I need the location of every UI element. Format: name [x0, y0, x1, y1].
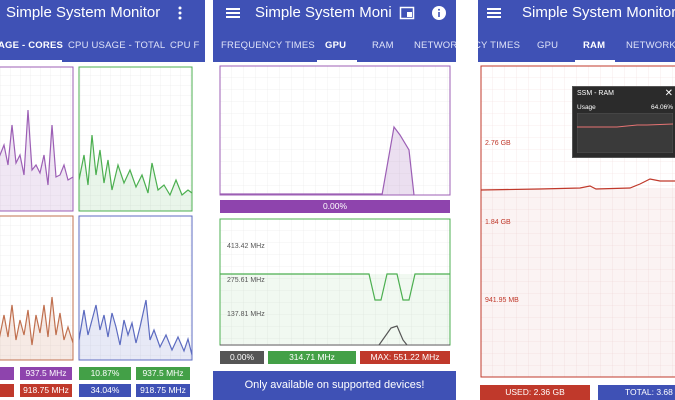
tab-network[interactable]: NETWORK — [414, 40, 456, 51]
tab-indicator — [575, 60, 615, 62]
core-3-chart — [0, 215, 74, 361]
menu-icon[interactable] — [486, 5, 502, 21]
app-title: Simple System Moni — [255, 4, 392, 21]
gpu-current-frequency: 314.71 MHz — [268, 351, 356, 364]
tab-ram[interactable]: RAM — [372, 40, 394, 51]
tab-ram[interactable]: RAM — [583, 40, 605, 51]
tab-bar: AGE - CORES CPU USAGE - TOTAL CPU F — [0, 30, 205, 62]
tab-bar: CY TIMES GPU RAM NETWORK — [478, 30, 675, 62]
overlay-usage-value: 64.06% — [650, 104, 673, 111]
ram-used-stat: USED: 2.36 GB — [480, 385, 590, 400]
tab-gpu[interactable]: GPU — [537, 40, 558, 51]
info-icon[interactable] — [431, 5, 447, 21]
gpu-max-frequency: MAX: 551.22 MHz — [360, 351, 450, 364]
core-2-usage: 10.87% — [79, 367, 131, 380]
ram-total-stat: TOTAL: 3.68 G — [598, 385, 675, 400]
close-icon[interactable]: ✕ — [665, 88, 673, 99]
overlay-usage-label: Usage — [577, 104, 596, 111]
ram-overlay-window[interactable]: SSM - RAM ✕ Usage 64.06% — [572, 86, 675, 158]
app-bar: Simple System Moni — [213, 0, 456, 30]
overlay-title: SSM - RAM — [577, 90, 614, 97]
picture-in-picture-icon[interactable] — [399, 5, 415, 21]
core-4-frequency: 918.75 MHz — [136, 384, 190, 397]
app-bar: Simple System Monitor — [478, 0, 675, 30]
freq-label-mid: 275.61 MHz — [227, 277, 265, 284]
core-1-frequency: 937.5 MHz — [20, 367, 72, 380]
unsupported-banner: Only available on supported devices! — [213, 371, 456, 400]
overlay-mini-chart — [577, 113, 673, 153]
core-1-usage — [0, 367, 14, 380]
core-1-chart — [0, 66, 74, 212]
tab-indicator — [317, 60, 357, 62]
tab-bar: FREQUENCY TIMES GPU RAM NETWORK — [213, 30, 456, 62]
menu-icon[interactable] — [225, 5, 241, 21]
tab-cpu-usage-total[interactable]: CPU USAGE - TOTAL — [68, 40, 165, 51]
ram-label-low: 941.95 MB — [485, 297, 519, 304]
ram-label-high: 2.76 GB — [485, 140, 511, 147]
tab-frequency-times[interactable]: CY TIMES — [478, 40, 520, 51]
screen-cpu-cores: Simple System Monitor AGE - CORES CPU US… — [0, 0, 205, 400]
tab-usage-cores[interactable]: AGE - CORES — [0, 40, 63, 51]
app-title: Simple System Monitor — [522, 4, 675, 21]
cores-chart-grid — [0, 65, 205, 362]
gpu-usage-stat: 0.00% — [220, 351, 264, 364]
tab-indicator — [0, 60, 62, 62]
screen-ram: Simple System Monitor CY TIMES GPU RAM N… — [478, 0, 675, 400]
core-3-usage — [0, 384, 14, 397]
tab-frequency-times[interactable]: FREQUENCY TIMES — [221, 40, 315, 51]
more-vert-icon[interactable] — [172, 5, 188, 21]
freq-label-low: 137.81 MHz — [227, 311, 265, 318]
screen-gpu: Simple System Moni FREQUENCY TIMES GPU R… — [213, 0, 456, 400]
gpu-usage-bar: 0.00% — [220, 200, 450, 213]
ram-label-mid: 1.84 GB — [485, 219, 511, 226]
freq-label-high: 413.42 MHz — [227, 243, 265, 250]
core-4-usage: 34.04% — [79, 384, 131, 397]
app-title: Simple System Monitor — [6, 4, 161, 21]
tab-gpu[interactable]: GPU — [325, 40, 346, 51]
core-3-frequency: 918.75 MHz — [20, 384, 72, 397]
core-4-chart — [78, 215, 193, 361]
core-2-frequency: 937.5 MHz — [136, 367, 190, 380]
core-2-chart — [78, 66, 193, 212]
tab-network[interactable]: NETWORK — [626, 40, 675, 51]
app-bar: Simple System Monitor — [0, 0, 205, 30]
gpu-usage-chart — [219, 65, 451, 197]
tab-cpu-frequency[interactable]: CPU F — [170, 40, 200, 51]
